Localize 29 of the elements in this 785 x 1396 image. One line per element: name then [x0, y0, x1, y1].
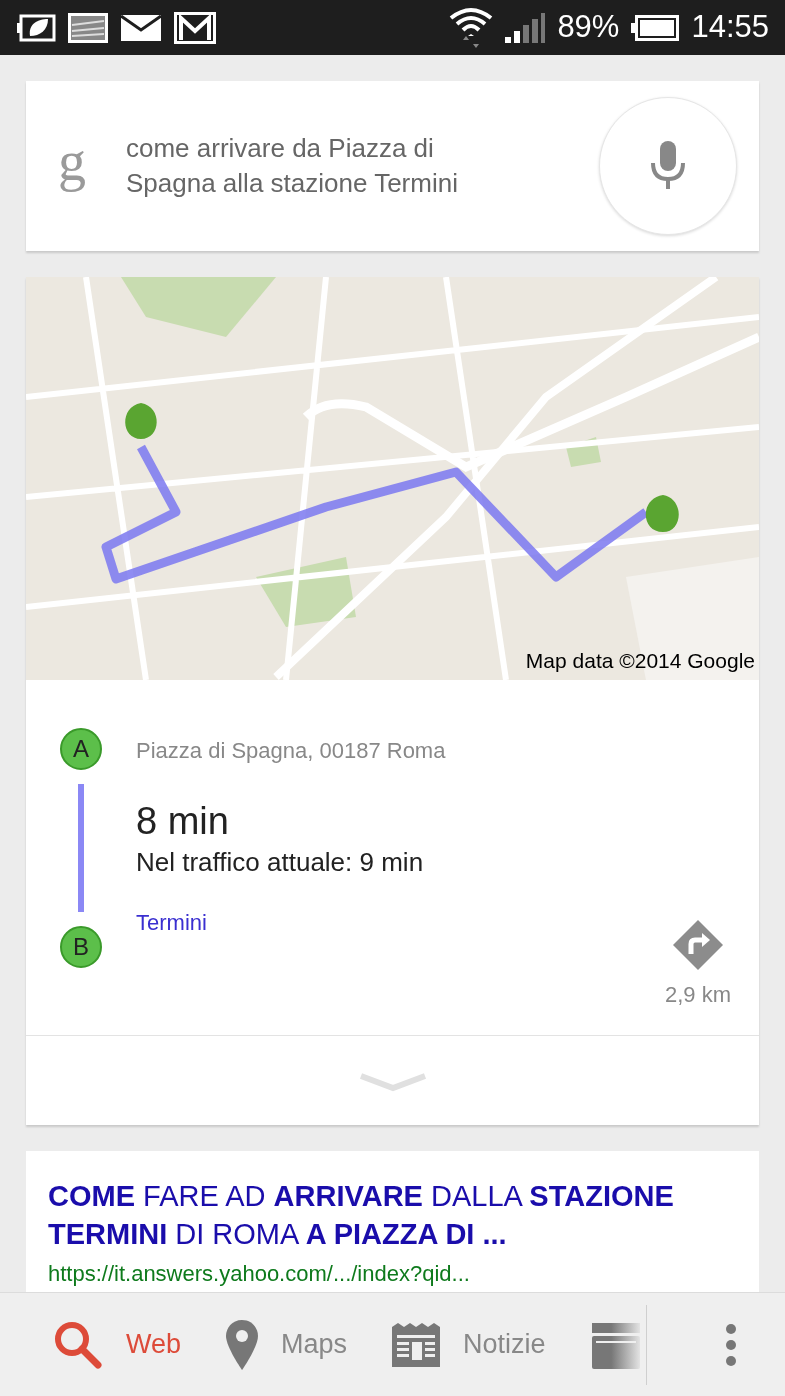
more-icon — [725, 1322, 737, 1367]
nav-tab[interactable]: Maps — [225, 1304, 348, 1385]
battery-percentage: 89% — [557, 8, 620, 47]
destination-marker: B — [60, 926, 102, 968]
battery-icon — [631, 14, 680, 41]
turn-right-icon — [673, 920, 723, 970]
microphone-icon — [650, 141, 686, 191]
nav-tab[interactable]: Notizie — [391, 1304, 546, 1385]
traffic-duration: Nel traffico attuale: 9 min — [136, 846, 425, 879]
search-query[interactable]: come arrivare da Piazza di Spagna alla stazione Termini — [126, 131, 526, 201]
nav-tab[interactable]: Web — [52, 1304, 182, 1385]
map-attribution: Map data ©2014 Google — [525, 647, 755, 674]
destination-link[interactable]: Termini — [136, 909, 207, 937]
nav-tab[interactable] — [589, 1304, 647, 1385]
newspaper-icon — [391, 1322, 442, 1367]
route-distance: 2,9 km — [664, 981, 731, 1009]
image-icon — [68, 12, 108, 43]
map-pin-icon — [225, 1318, 260, 1371]
result-title[interactable]: COME FARE AD ARRIVARE DALLA STAZIONE TERMINI DI ROMA A PIAZZA DI ... — [48, 1177, 737, 1253]
travel-duration: 8 min — [136, 799, 230, 843]
origin-address: Piazza di Spagna, 00187 Roma — [136, 737, 446, 765]
signal-icon — [505, 12, 546, 43]
mail-icon — [120, 13, 162, 42]
origin-marker: A — [60, 728, 102, 770]
wifi-icon — [449, 5, 494, 50]
gmail-icon — [174, 11, 216, 44]
battery-leaf-icon — [16, 13, 56, 42]
result-url: https://it.answers.yahoo.com/.../index?qid... — [48, 1260, 471, 1288]
clock: 14:55 — [691, 8, 769, 47]
